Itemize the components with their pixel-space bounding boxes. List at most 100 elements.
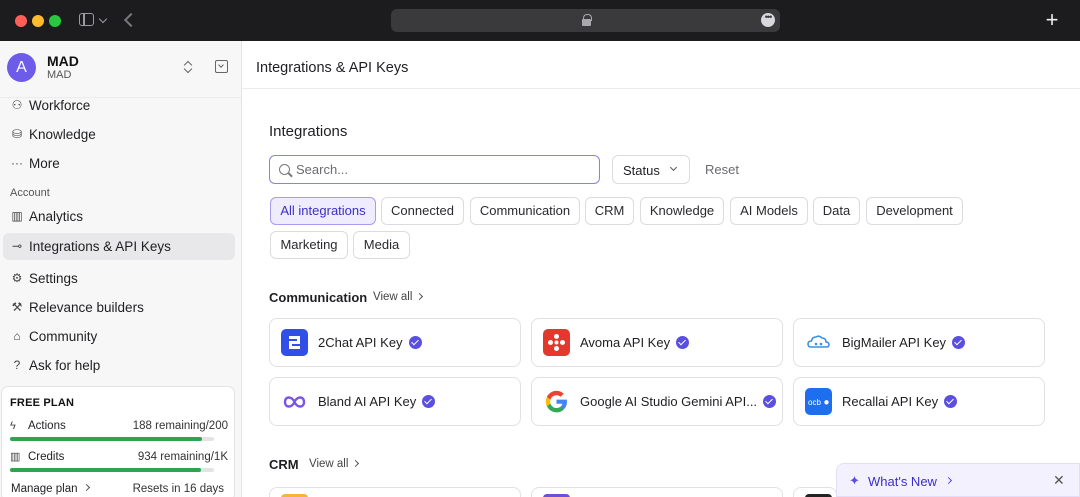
workspace-switcher[interactable]: A MAD MAD bbox=[0, 41, 241, 98]
sidebar-item-label: Knowledge bbox=[29, 127, 96, 142]
plan-card: FREE PLAN ϟ Actions 188 remaining/200 ▥ … bbox=[1, 386, 235, 497]
workforce-icon: ⚇ bbox=[11, 98, 23, 112]
close-icon[interactable]: ✕ bbox=[1053, 472, 1065, 489]
verified-check-icon bbox=[408, 336, 422, 349]
verified-check-icon bbox=[944, 395, 958, 408]
google-logo-icon bbox=[543, 388, 570, 415]
crm-section-title: CRM bbox=[269, 457, 299, 472]
sidebar-item-ask-for-help[interactable]: ? Ask for help bbox=[0, 352, 241, 379]
filter-chip-crm[interactable]: CRM bbox=[585, 197, 634, 225]
tools-icon: ⚒ bbox=[11, 300, 23, 314]
sidebar-item-community[interactable]: ⌂ Community bbox=[0, 323, 241, 350]
svg-text:ocb: ocb bbox=[808, 398, 821, 407]
search-icon bbox=[279, 164, 290, 175]
integration-card-recallai[interactable]: ocb Recallai API Key bbox=[793, 377, 1045, 426]
manage-plan-label: Manage plan bbox=[11, 483, 78, 495]
integration-card-google-ai-studio[interactable]: Google AI Studio Gemini API... bbox=[531, 377, 783, 426]
whats-new-label: What's New bbox=[868, 474, 937, 489]
search-field[interactable] bbox=[269, 155, 600, 184]
back-arrow-icon[interactable] bbox=[123, 12, 139, 28]
avoma-logo-icon bbox=[543, 329, 570, 356]
sidebar-item-label: Ask for help bbox=[29, 358, 101, 373]
filter-chip-communication[interactable]: Communication bbox=[470, 197, 580, 225]
integration-name: Avoma API Key bbox=[580, 335, 690, 350]
integration-card-bigmailer[interactable]: BigMailer API Key bbox=[793, 318, 1045, 367]
credits-progress-bar bbox=[10, 468, 214, 472]
lock-icon bbox=[582, 14, 592, 26]
sidebar: ⚇ Workforce ⛁ Knowledge ··· More A MAD M… bbox=[0, 41, 242, 497]
ellipsis-icon: ··· bbox=[11, 156, 23, 170]
integration-card-avoma[interactable]: Avoma API Key bbox=[531, 318, 783, 367]
new-tab-button[interactable]: + bbox=[1044, 9, 1060, 31]
sidebar-item-label: Workforce bbox=[29, 98, 91, 113]
sidebar-item-settings[interactable]: ⚙ Settings bbox=[0, 265, 241, 292]
chevron-up-down-icon[interactable] bbox=[182, 59, 194, 75]
sidebar-item-knowledge[interactable]: ⛁ Knowledge bbox=[0, 121, 241, 148]
communication-view-all-link[interactable]: View all bbox=[373, 291, 424, 303]
sidebar-item-label: Community bbox=[29, 329, 98, 344]
more-options-icon[interactable]: ••• bbox=[761, 13, 775, 27]
filter-chip-all-integrations[interactable]: All integrations bbox=[270, 197, 376, 225]
maximize-window-button[interactable] bbox=[49, 15, 61, 27]
bigmailer-logo-icon bbox=[805, 329, 832, 356]
sidebar-item-label: Relevance builders bbox=[29, 300, 144, 315]
lightning-icon: ϟ bbox=[10, 420, 16, 432]
sidebar-item-more[interactable]: ··· More bbox=[0, 150, 241, 177]
browser-toolbar: ••• + bbox=[0, 0, 1080, 41]
credits-usage-row: ▥ Credits 934 remaining/1K bbox=[10, 450, 228, 466]
chevron-right-icon bbox=[82, 483, 90, 492]
filter-chip-media[interactable]: Media bbox=[353, 231, 410, 259]
close-window-button[interactable] bbox=[15, 15, 27, 27]
actions-label: Actions bbox=[28, 420, 66, 432]
sidebar-item-analytics[interactable]: ▥ Analytics bbox=[0, 203, 241, 230]
collapse-sidebar-icon[interactable] bbox=[215, 60, 228, 73]
communication-section-title: Communication bbox=[269, 290, 368, 305]
sidebar-item-label: Analytics bbox=[29, 209, 84, 224]
integration-card-2chat[interactable]: 2Chat API Key bbox=[269, 318, 521, 367]
bar-chart-icon: ▥ bbox=[11, 209, 23, 223]
verified-check-icon bbox=[422, 395, 436, 408]
resets-label: Resets in 16 days bbox=[132, 483, 224, 495]
verified-check-icon bbox=[763, 395, 777, 408]
view-all-label: View all bbox=[309, 458, 349, 470]
integration-card-bland-ai[interactable]: Bland AI API Key bbox=[269, 377, 521, 426]
workspace-name: MAD bbox=[47, 53, 79, 69]
filter-chip-development[interactable]: Development bbox=[866, 197, 963, 225]
filter-chip-ai-models[interactable]: AI Models bbox=[730, 197, 808, 225]
actions-progress-fill bbox=[10, 437, 202, 441]
verified-check-icon bbox=[952, 336, 966, 349]
plan-title: FREE PLAN bbox=[10, 397, 75, 409]
crm-view-all-link[interactable]: View all bbox=[309, 458, 360, 470]
manage-plan-link[interactable]: Manage plan bbox=[11, 483, 90, 495]
integration-name: Bland AI API Key bbox=[318, 394, 436, 409]
integration-name: 2Chat API Key bbox=[318, 335, 422, 350]
credits-icon: ▥ bbox=[10, 451, 21, 463]
sidebar-item-label: Settings bbox=[29, 271, 78, 286]
integration-card-partial[interactable] bbox=[269, 487, 521, 497]
integration-card-partial[interactable] bbox=[531, 487, 783, 497]
sidebar-item-integrations[interactable]: ⊸ Integrations & API Keys bbox=[3, 233, 235, 260]
sparkle-icon: ✦ bbox=[849, 473, 860, 488]
sidebar-toggle-icon[interactable] bbox=[79, 13, 94, 26]
gear-icon: ⚙ bbox=[11, 271, 23, 285]
whats-new-banner[interactable]: ✦ What's New ✕ bbox=[836, 463, 1080, 497]
key-icon: ⊸ bbox=[11, 239, 23, 253]
sidebar-item-relevance-builders[interactable]: ⚒ Relevance builders bbox=[0, 294, 241, 321]
reset-button[interactable]: Reset bbox=[705, 162, 739, 177]
address-bar[interactable]: ••• bbox=[391, 9, 780, 32]
credits-remaining: 934 remaining/1K bbox=[137, 451, 228, 463]
filter-chip-knowledge[interactable]: Knowledge bbox=[640, 197, 724, 225]
status-filter-dropdown[interactable]: Status bbox=[612, 155, 690, 184]
filter-chip-data[interactable]: Data bbox=[813, 197, 860, 225]
minimize-window-button[interactable] bbox=[32, 15, 44, 27]
actions-remaining: 188 remaining/200 bbox=[132, 420, 228, 432]
filter-chip-connected[interactable]: Connected bbox=[381, 197, 464, 225]
chevron-down-icon[interactable] bbox=[98, 14, 108, 24]
filter-chip-marketing[interactable]: Marketing bbox=[270, 231, 348, 259]
sidebar-item-label: Integrations & API Keys bbox=[29, 239, 171, 254]
actions-usage-row: ϟ Actions 188 remaining/200 bbox=[10, 419, 228, 435]
integration-card-partial[interactable] bbox=[793, 487, 837, 497]
workspace-subtitle: MAD bbox=[47, 69, 72, 81]
search-input[interactable] bbox=[296, 161, 586, 178]
chevron-down-icon bbox=[669, 163, 678, 172]
